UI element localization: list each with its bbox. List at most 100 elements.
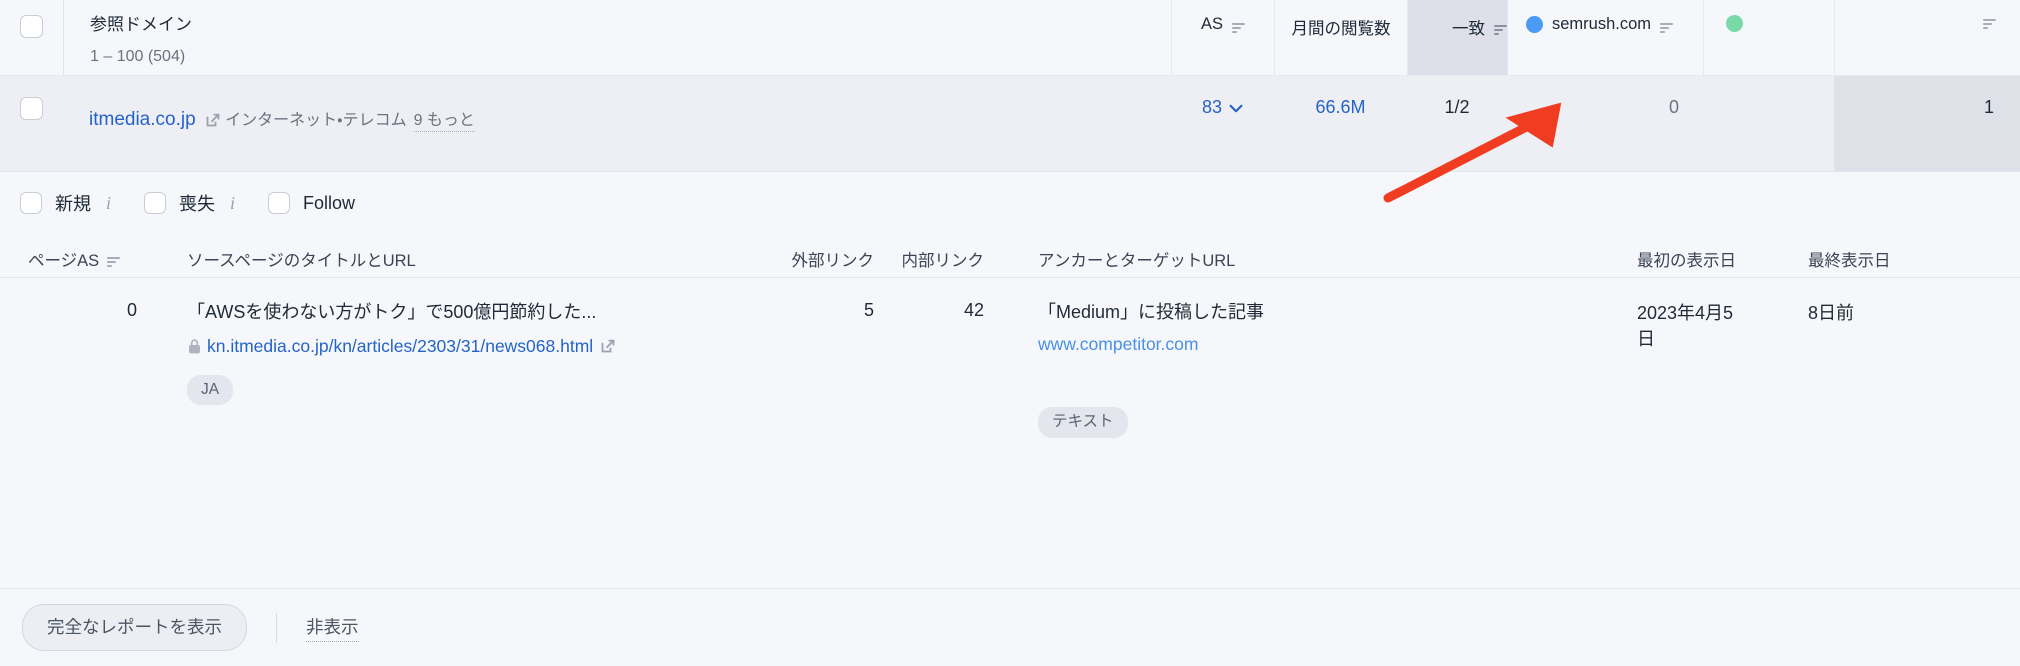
cell-green-spacer bbox=[1703, 76, 1834, 171]
blue-dot-icon bbox=[1526, 16, 1543, 33]
sub-column-header-anchor: アンカーとターゲットURL bbox=[1006, 234, 1607, 271]
domain-link-label: itmedia.co.jp bbox=[89, 109, 196, 130]
row-select-cell bbox=[0, 76, 63, 171]
filter-new-checkbox[interactable] bbox=[20, 192, 42, 214]
sub-table-row: 0 「AWSを使わない方がトク」で500億円節約した... kn.itmedia… bbox=[0, 278, 2020, 518]
green-dot-icon bbox=[1726, 15, 1743, 32]
column-header-semrush[interactable]: semrush.com bbox=[1507, 0, 1703, 75]
referring-domains-header: 参照ドメイン 1 – 100 (504) bbox=[64, 0, 1171, 68]
column-header-competitor-sort[interactable] bbox=[1834, 0, 2020, 75]
sub-column-header-anchor-label: アンカーとターゲットURL bbox=[1038, 252, 1236, 270]
sort-icon[interactable] bbox=[1660, 20, 1674, 33]
semrush-links-value: 0 bbox=[1668, 97, 1679, 117]
domain-category: インターネット・テレコム 9 もっと bbox=[225, 106, 475, 132]
chevron-down-icon[interactable] bbox=[1229, 97, 1243, 118]
filter-follow-label: Follow bbox=[303, 192, 356, 213]
sub-column-header-first-seen-label: 最初の表示日 bbox=[1637, 252, 1736, 270]
cell-first-seen: 2023年4月5日 bbox=[1607, 300, 1772, 352]
filter-new[interactable]: 新規 i bbox=[20, 190, 111, 216]
sub-column-header-page-as[interactable]: ページAS bbox=[0, 234, 155, 271]
anchor-type-wrap: テキスト bbox=[1038, 407, 1607, 438]
select-all-checkbox[interactable] bbox=[20, 15, 43, 38]
column-header-semrush-label: semrush.com bbox=[1552, 15, 1652, 33]
cell-monthly-visits[interactable]: 66.6M bbox=[1274, 76, 1407, 171]
sub-column-header-page-as-label: ページAS bbox=[28, 252, 100, 270]
sub-column-header-internal: 内部リンク bbox=[892, 234, 1006, 271]
anchor-type-badge: テキスト bbox=[1038, 407, 1128, 438]
anchor-text: 「Medium」に投稿した記事 bbox=[1038, 302, 1265, 322]
domain-category-label: インターネット・テレコム bbox=[225, 112, 407, 129]
source-page-url[interactable]: kn.itmedia.co.jp/kn/articles/2303/31/new… bbox=[187, 334, 772, 359]
cell-last-seen: 8日前 bbox=[1772, 300, 2020, 326]
source-page-url-text: kn.itmedia.co.jp/kn/articles/2303/31/new… bbox=[207, 336, 594, 357]
language-badge: JA bbox=[187, 374, 234, 406]
domain-link[interactable]: itmedia.co.jp bbox=[89, 109, 221, 131]
column-header-match[interactable]: 一致 bbox=[1407, 0, 1507, 75]
cell-authority-score[interactable]: 83 bbox=[1171, 76, 1274, 171]
filter-lost-checkbox[interactable] bbox=[144, 192, 167, 214]
external-link-icon[interactable] bbox=[205, 112, 221, 128]
cell-page-as: 0 bbox=[0, 300, 155, 321]
footer-divider bbox=[276, 612, 277, 643]
referring-domains-title: 参照ドメイン bbox=[90, 15, 192, 34]
table-row[interactable]: itmedia.co.jp インターネット・テレコム 9 もっと 83 66.6… bbox=[0, 76, 2020, 172]
show-full-report-button[interactable]: 完全なレポートを表示 bbox=[22, 604, 247, 651]
sub-column-header-internal-label: 内部リンク bbox=[901, 252, 985, 270]
source-page-title: 「AWSを使わない方がトク」で500億円節約した... bbox=[187, 302, 597, 322]
column-header-competitor[interactable] bbox=[1703, 0, 1834, 75]
filter-lost[interactable]: 喪失 i bbox=[144, 190, 235, 216]
cell-external-links: 5 bbox=[772, 300, 892, 321]
cell-competitor-links: 1 bbox=[1834, 76, 2020, 171]
column-header-monthly-visits-label: 月間の閲覧数 bbox=[1291, 20, 1391, 38]
domain-cell: itmedia.co.jp インターネット・テレコム 9 もっと bbox=[63, 76, 1171, 132]
cell-internal-links: 42 bbox=[892, 300, 1006, 321]
sub-column-header-source-label: ソースページのタイトルとURL bbox=[187, 252, 416, 270]
internal-links-value: 42 bbox=[963, 300, 984, 320]
filter-follow[interactable]: Follow bbox=[268, 192, 355, 214]
column-header-as[interactable]: AS bbox=[1171, 0, 1274, 75]
info-icon[interactable]: i bbox=[106, 193, 111, 214]
column-header-as-label: AS bbox=[1200, 15, 1223, 33]
sub-column-header-source: ソースページのタイトルとURL bbox=[155, 234, 772, 271]
cell-semrush-links: 0 bbox=[1507, 76, 1703, 171]
sort-icon[interactable] bbox=[1232, 20, 1245, 33]
sub-column-header-first-seen: 最初の表示日 bbox=[1607, 234, 1772, 271]
competitor-links-value: 1 bbox=[1983, 97, 1994, 117]
sub-column-header-external: 外部リンク bbox=[772, 234, 892, 271]
hide-link[interactable]: 非表示 bbox=[306, 614, 359, 642]
authority-score-value: 83 bbox=[1201, 97, 1223, 117]
monthly-visits-value: 66.6M bbox=[1315, 97, 1366, 117]
backlinks-table-panel: 参照ドメイン 1 – 100 (504) AS 月間の閲覧数 一致 semrus… bbox=[0, 0, 2020, 666]
select-all-cell bbox=[0, 0, 63, 75]
filter-lost-label: 喪失 bbox=[179, 194, 216, 214]
sort-icon[interactable] bbox=[1494, 22, 1507, 35]
sort-icon[interactable] bbox=[1983, 16, 1996, 29]
filter-follow-checkbox[interactable] bbox=[268, 192, 291, 214]
column-header-match-label: 一致 bbox=[1452, 20, 1485, 38]
filter-checkbox-row: 新規 i 喪失 i Follow bbox=[0, 172, 2020, 234]
table-header-row: 参照ドメイン 1 – 100 (504) AS 月間の閲覧数 一致 semrus… bbox=[0, 0, 2020, 76]
lock-icon bbox=[187, 337, 202, 354]
domain-category-more-link[interactable]: 9 もっと bbox=[413, 106, 475, 132]
first-seen-value: 2023年4月5日 bbox=[1637, 303, 1734, 350]
column-header-monthly-visits[interactable]: 月間の閲覧数 bbox=[1274, 0, 1407, 75]
page-as-value: 0 bbox=[126, 300, 137, 320]
sub-column-header-external-label: 外部リンク bbox=[791, 252, 875, 270]
pagination-range: 1 – 100 (504) bbox=[90, 47, 186, 65]
row-select-checkbox[interactable] bbox=[20, 97, 43, 120]
sub-table-footer: 完全なレポートを表示 非表示 bbox=[0, 588, 2020, 666]
external-link-icon[interactable] bbox=[600, 336, 616, 353]
target-url-link[interactable]: www.competitor.com bbox=[1038, 334, 1607, 355]
last-seen-value: 8日前 bbox=[1808, 303, 1855, 323]
sub-column-header-last-seen-label: 最終表示日 bbox=[1808, 252, 1891, 270]
cell-match: 1/2 bbox=[1407, 76, 1507, 171]
sub-table-header-row: ページAS ソースページのタイトルとURL 外部リンク 内部リンク アンカーとタ… bbox=[0, 234, 2020, 278]
cell-source-page: 「AWSを使わない方がトク」で500億円節約した... kn.itmedia.c… bbox=[155, 300, 772, 406]
cell-anchor-target: 「Medium」に投稿した記事 www.competitor.com テキスト bbox=[1006, 300, 1607, 438]
external-links-value: 5 bbox=[863, 300, 874, 320]
info-icon[interactable]: i bbox=[230, 193, 235, 214]
sort-icon[interactable] bbox=[107, 254, 121, 267]
match-value: 1/2 bbox=[1444, 97, 1470, 117]
filter-new-label: 新規 bbox=[55, 194, 91, 214]
sub-column-header-last-seen: 最終表示日 bbox=[1772, 234, 2020, 271]
